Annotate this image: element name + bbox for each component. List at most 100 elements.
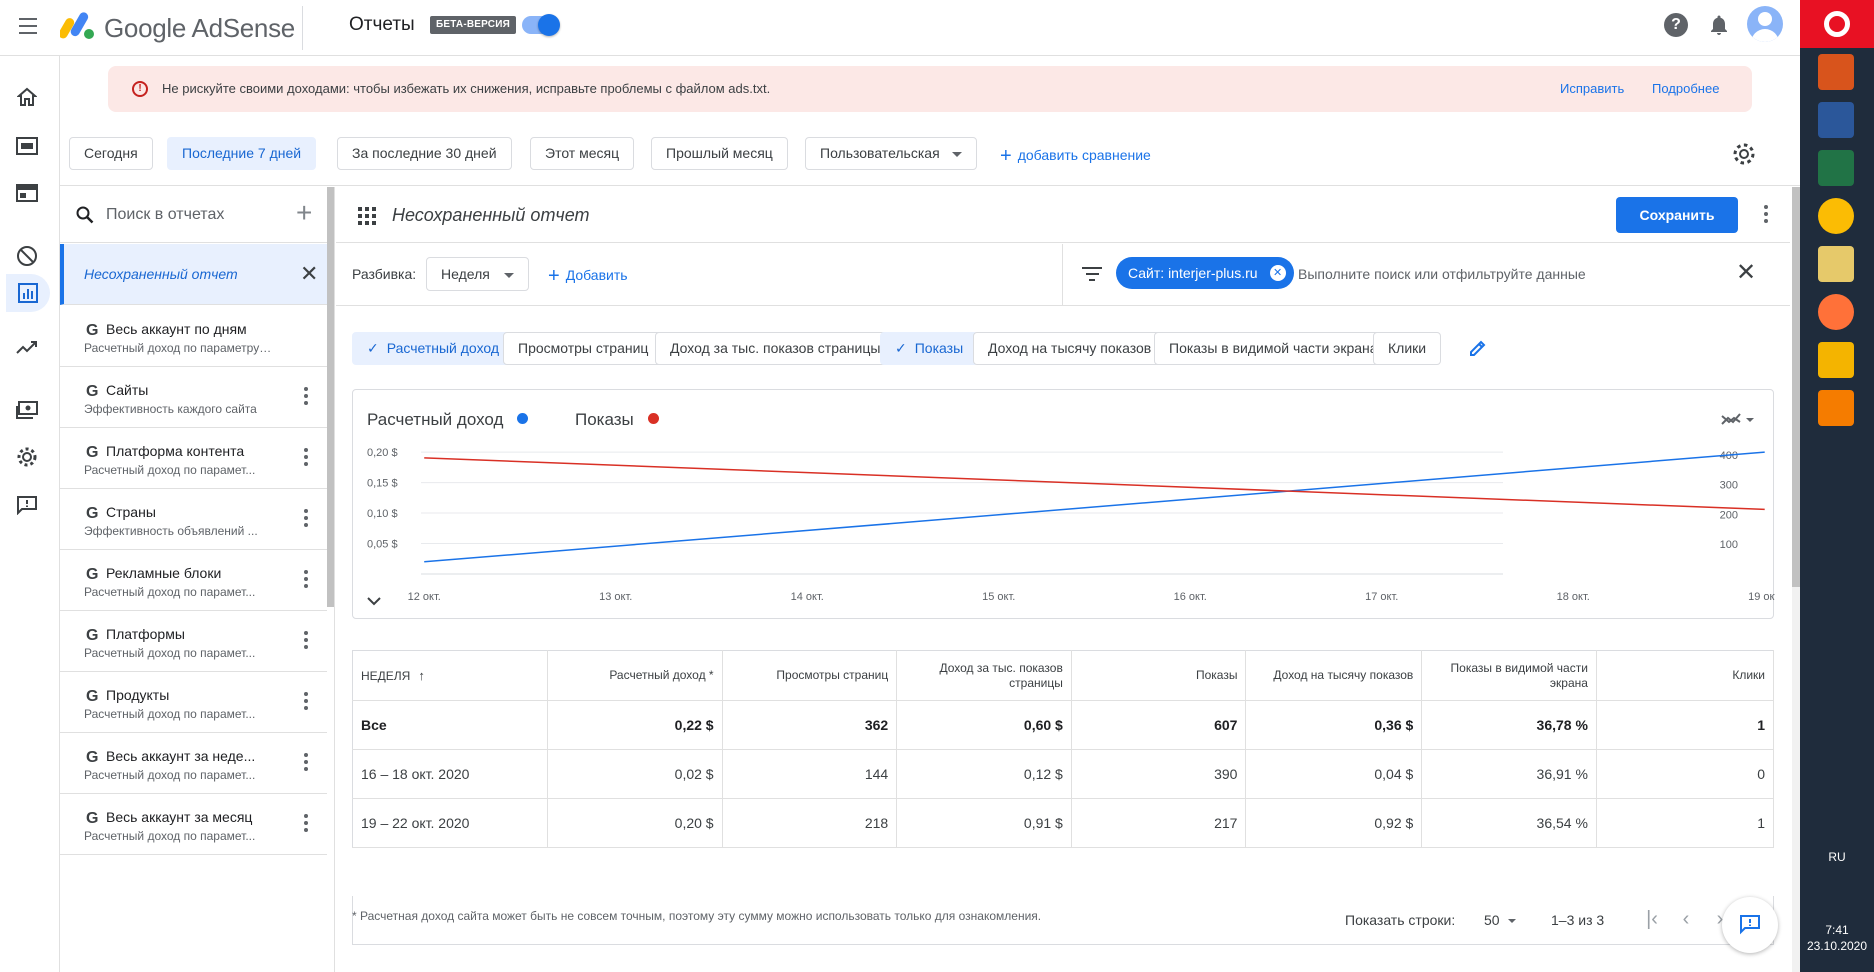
remove-filter-icon[interactable]: ✕	[1269, 265, 1286, 281]
filter-search-input[interactable]	[1298, 259, 1718, 289]
date-last-7-days-chip[interactable]: Последние 7 дней	[167, 137, 317, 170]
menu-icon[interactable]	[17, 16, 39, 38]
block-controls-icon[interactable]	[14, 243, 40, 269]
more-vert-icon[interactable]	[304, 692, 308, 713]
column-header[interactable]: Расчетный доход *	[547, 650, 723, 701]
main-scrollbar[interactable]	[1792, 187, 1800, 972]
apps-grid-icon[interactable]	[358, 207, 376, 225]
fix-button[interactable]: Исправить	[1560, 81, 1624, 96]
new-report-plus-icon[interactable]: +	[296, 199, 312, 227]
more-vert-icon[interactable]	[304, 509, 308, 530]
report-item[interactable]: G Страны Эффективность объявлений ...	[60, 489, 327, 550]
prev-page-icon[interactable]: ‹	[1675, 908, 1697, 930]
metric-chip-clicks[interactable]: Клики	[1373, 332, 1442, 365]
table-cell: 36,54 %	[1421, 798, 1597, 848]
date-custom-dropdown[interactable]: Пользовательская	[805, 137, 977, 170]
bell-icon[interactable]	[1707, 13, 1731, 37]
report-name: Весь аккаунт за неде...	[106, 748, 256, 764]
report-item[interactable]: G Рекламные блоки Расчетный доход по пар…	[60, 550, 327, 611]
chrome-icon[interactable]	[1818, 198, 1854, 234]
excel-icon[interactable]	[1818, 150, 1854, 186]
clock[interactable]: 7:41 23.10.2020	[1800, 922, 1874, 954]
vlc-icon[interactable]	[1818, 390, 1854, 426]
add-breakdown-button[interactable]: + Добавить	[548, 265, 628, 288]
report-title[interactable]: Несохраненный отчет	[392, 205, 590, 226]
report-description: Расчетный доход по парамет...	[84, 463, 256, 477]
language-indicator[interactable]: RU	[1800, 850, 1874, 864]
report-item[interactable]: G Весь аккаунт за месяц Расчетный доход …	[60, 794, 327, 855]
payments-icon[interactable]	[14, 397, 40, 423]
site-filter-chip[interactable]: Сайт: interjer-plus.ru ✕	[1116, 257, 1294, 289]
feedback-fab[interactable]	[1722, 897, 1778, 953]
metric-chip-page-rpm[interactable]: Доход за тыс. показов страницы	[655, 332, 896, 365]
app-puzzle-icon[interactable]	[1818, 342, 1854, 378]
opera-icon[interactable]	[1800, 0, 1874, 48]
google-g-icon: G	[86, 627, 99, 644]
more-vert-icon[interactable]	[304, 631, 308, 652]
column-header[interactable]: Доход за тыс. показов страницы	[896, 650, 1072, 701]
beta-toggle[interactable]	[522, 14, 560, 36]
breakdown-bar: Разбивка: Неделя + Добавить Сайт: interje…	[336, 244, 1790, 306]
sites-icon[interactable]	[14, 180, 40, 206]
rows-per-page-select[interactable]: 50	[1484, 912, 1516, 928]
app-shield-icon[interactable]	[1818, 54, 1854, 90]
first-page-icon[interactable]: |‹	[1641, 908, 1663, 930]
optimization-icon[interactable]	[14, 334, 40, 360]
filter-icon[interactable]	[1082, 267, 1102, 283]
breakdown-dropdown[interactable]: Неделя	[426, 257, 529, 291]
column-header[interactable]: Показы в видимой части экрана	[1421, 650, 1597, 701]
more-vert-icon[interactable]	[304, 570, 308, 591]
y-left-tick-label: 0,10 $	[367, 508, 398, 520]
more-vert-icon[interactable]	[1764, 205, 1768, 226]
column-header[interactable]: Просмотры страниц	[722, 650, 898, 701]
column-header[interactable]: Показы	[1071, 650, 1247, 701]
sidebar-scrollbar[interactable]	[327, 187, 334, 607]
metric-chip-estimated-earnings[interactable]: ✓ Расчетный доход	[352, 332, 515, 365]
save-button[interactable]: Сохранить	[1616, 197, 1738, 233]
metric-chip-impressions[interactable]: ✓ Показы	[880, 332, 979, 365]
report-item[interactable]: G Весь аккаунт по дням Расчетный доход п…	[60, 306, 327, 367]
settings-icon[interactable]	[14, 444, 40, 470]
date-today-chip[interactable]: Сегодня	[69, 137, 153, 170]
chart-type-icon[interactable]	[1720, 410, 1760, 430]
column-header-week[interactable]: НЕДЕЛЯ ↑	[352, 650, 548, 701]
feedback-icon[interactable]	[14, 492, 40, 518]
date-last-month-chip[interactable]: Прошлый месяц	[651, 137, 788, 170]
file-explorer-icon[interactable]	[1818, 246, 1854, 282]
edit-pencil-icon[interactable]	[1468, 338, 1488, 358]
account-avatar[interactable]	[1747, 6, 1783, 42]
metric-chip-active-view[interactable]: Показы в видимой части экрана	[1154, 332, 1393, 365]
column-header[interactable]: Доход на тысячу показов	[1245, 650, 1423, 701]
gear-icon[interactable]	[1732, 142, 1756, 166]
close-icon[interactable]: ✕	[300, 261, 318, 287]
chevron-down-icon[interactable]	[365, 594, 383, 608]
x-tick-label: 19 окт.	[1748, 591, 1775, 603]
report-item[interactable]: G Платформа контента Расчетный доход по …	[60, 428, 327, 489]
reports-search-input[interactable]	[106, 199, 286, 231]
report-item[interactable]: G Весь аккаунт за неде... Расчетный дохо…	[60, 733, 327, 794]
metric-chip-page-views[interactable]: Просмотры страниц	[503, 332, 664, 365]
report-item[interactable]: G Сайты Эффективность каждого сайта	[60, 367, 327, 428]
home-icon[interactable]	[14, 84, 40, 110]
report-item[interactable]: G Платформы Расчетный доход по парамет..…	[60, 611, 327, 672]
learn-more-button[interactable]: Подробнее	[1652, 81, 1719, 96]
more-vert-icon[interactable]	[304, 387, 308, 408]
more-vert-icon[interactable]	[304, 753, 308, 774]
help-icon[interactable]: ?	[1664, 13, 1688, 37]
firefox-icon[interactable]	[1818, 294, 1854, 330]
metric-chip-impression-rpm[interactable]: Доход на тысячу показов	[973, 332, 1167, 365]
ads-icon[interactable]	[14, 133, 40, 159]
date-this-month-chip[interactable]: Этот месяц	[530, 137, 635, 170]
reports-icon[interactable]	[6, 274, 50, 312]
word-icon[interactable]	[1818, 102, 1854, 138]
report-item-unsaved[interactable]: Несохраненный отчет ✕	[60, 244, 327, 305]
column-header[interactable]: Клики	[1596, 650, 1775, 701]
date-last-30-days-chip[interactable]: За последние 30 дней	[337, 137, 512, 170]
more-vert-icon[interactable]	[304, 448, 308, 469]
add-comparison-label: добавить сравнение	[1017, 147, 1151, 163]
report-item[interactable]: G Продукты Расчетный доход по парамет...	[60, 672, 327, 733]
add-comparison-button[interactable]: + добавить сравнение	[1000, 145, 1151, 168]
more-vert-icon[interactable]	[304, 814, 308, 835]
report-name: Несохраненный отчет	[84, 266, 238, 282]
close-icon[interactable]: ✕	[1736, 258, 1756, 287]
